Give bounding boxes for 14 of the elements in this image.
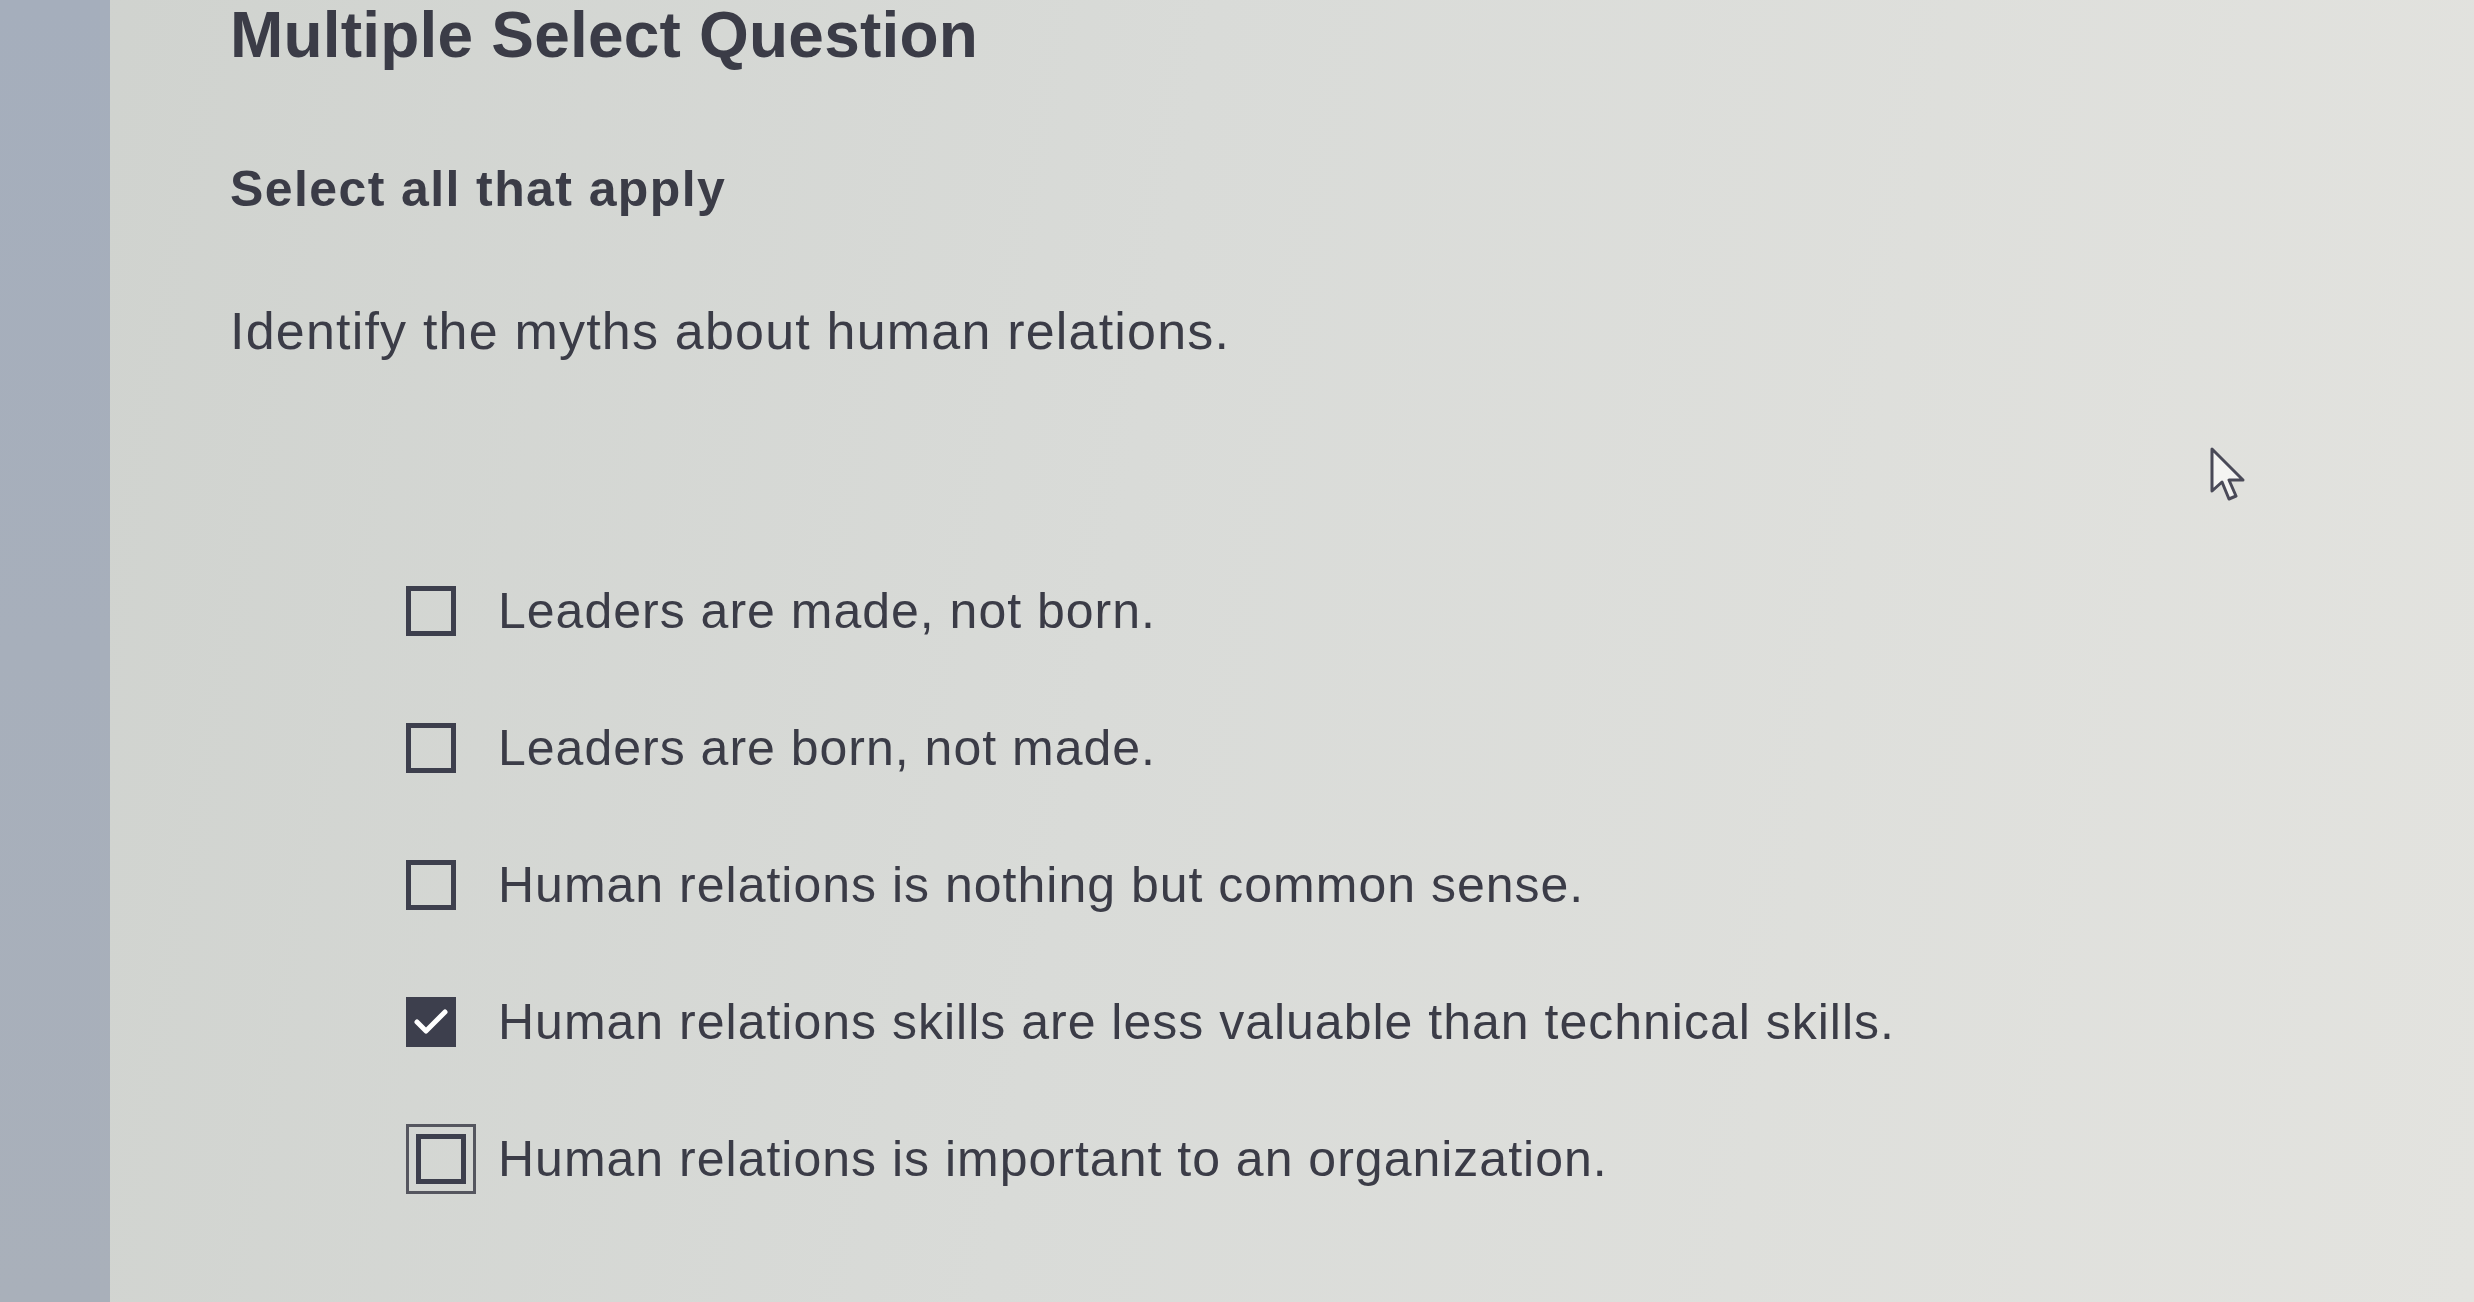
option-label[interactable]: Human relations is important to an organization. bbox=[498, 1129, 1608, 1189]
option-label[interactable]: Human relations is nothing but common sense. bbox=[498, 855, 1585, 915]
mouse-pointer-icon bbox=[2210, 447, 2246, 503]
question-type-title: Multiple Select Question bbox=[230, 0, 979, 70]
checkbox[interactable] bbox=[406, 1124, 476, 1194]
checked-checkbox[interactable] bbox=[406, 997, 456, 1047]
checkbox[interactable] bbox=[406, 723, 456, 773]
instruction-text: Select all that apply bbox=[230, 160, 727, 219]
option-label[interactable]: Leaders are made, not born. bbox=[498, 581, 1156, 641]
option-label[interactable]: Human relations skills are less valuable than technical skills. bbox=[498, 992, 1895, 1052]
option-label[interactable]: Leaders are born, not made. bbox=[498, 718, 1156, 778]
checkbox[interactable] bbox=[406, 586, 456, 636]
question-prompt: Identify the myths about human relations. bbox=[230, 301, 1231, 361]
checkbox[interactable] bbox=[406, 860, 456, 910]
